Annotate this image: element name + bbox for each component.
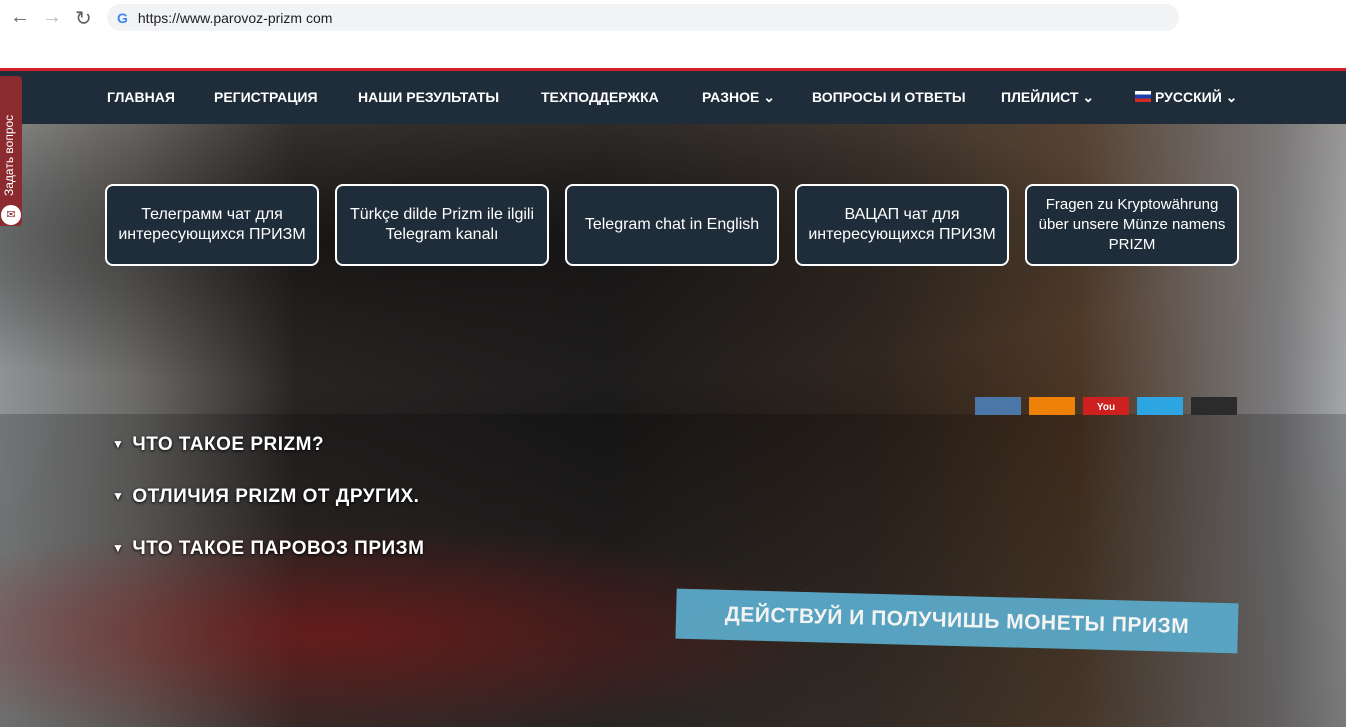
instagram-icon[interactable] — [1191, 397, 1237, 415]
russian-flag-icon — [1135, 91, 1151, 102]
triangle-down-icon: ▼ — [112, 489, 125, 503]
youtube-icon[interactable]: You — [1083, 397, 1129, 415]
menu-language[interactable]: РУССКИЙ ⌄ — [1155, 89, 1237, 106]
menu-playlist[interactable]: ПЛЕЙЛИСТ ⌄ — [1001, 89, 1094, 106]
menu-registration[interactable]: РЕГИСТРАЦИЯ — [214, 89, 318, 105]
chat-button-whatsapp[interactable]: ВАЦАП чат для интересующихся ПРИЗМ — [795, 184, 1009, 266]
hero-banner: Телеграмм чат для интересующихся ПРИЗМ T… — [0, 124, 1346, 727]
google-icon: G — [117, 9, 128, 26]
telegram-icon[interactable] — [1137, 397, 1183, 415]
chat-button-telegram-ru[interactable]: Телеграмм чат для интересующихся ПРИЗМ — [105, 184, 319, 266]
menu-results[interactable]: НАШИ РЕЗУЛЬТАТЫ — [358, 89, 499, 105]
accordion-label: ЧТО ТАКОЕ PRIZM? — [132, 434, 325, 455]
accordion-what-is-prizm[interactable]: ▼ ЧТО ТАКОЕ PRIZM? — [112, 434, 324, 456]
chat-button-telegram-en[interactable]: Telegram chat in English — [565, 184, 779, 266]
browser-toolbar: ← → ↻ G https://www.parovoz-prizm com — [0, 0, 1346, 68]
ask-question-label: Задать вопрос — [2, 114, 16, 196]
menu-faq[interactable]: ВОПРОСЫ И ОТВЕТЫ — [812, 89, 966, 105]
odnoklassniki-icon[interactable] — [1029, 397, 1075, 415]
mail-icon[interactable]: ✉ — [1, 205, 21, 225]
accordion-what-is-parovoz[interactable]: ▼ ЧТО ТАКОЕ ПАРОВОЗ ПРИЗМ — [112, 538, 424, 560]
triangle-down-icon: ▼ — [112, 541, 125, 555]
menu-misc[interactable]: РАЗНОЕ ⌄ — [702, 89, 775, 106]
accordion-label: ЧТО ТАКОЕ ПАРОВОЗ ПРИЗМ — [132, 538, 425, 559]
forward-button[interactable]: → — [42, 6, 62, 29]
url-text: https://www.parovoz-prizm com — [137, 9, 333, 26]
accordion-label: ОТЛИЧИЯ PRIZM ОТ ДРУГИХ. — [132, 486, 420, 507]
vk-icon[interactable] — [975, 397, 1021, 415]
menu-home[interactable]: ГЛАВНАЯ — [107, 89, 175, 105]
ask-question-tab[interactable]: Задать вопрос — [0, 76, 22, 226]
reload-button[interactable]: ↻ — [75, 6, 92, 31]
hero-image-bottom — [0, 414, 1346, 727]
address-bar[interactable]: G https://www.parovoz-prizm com — [107, 4, 1179, 31]
chat-button-de[interactable]: Fragen zu Kryptowährung über unsere Münz… — [1025, 184, 1239, 266]
hero-image-top — [0, 124, 1346, 414]
back-button[interactable]: ← — [10, 6, 30, 29]
triangle-down-icon: ▼ — [112, 437, 125, 451]
main-menu: ГЛАВНАЯ РЕГИСТРАЦИЯ НАШИ РЕЗУЛЬТАТЫ ТЕХП… — [0, 71, 1346, 124]
accordion-prizm-differences[interactable]: ▼ ОТЛИЧИЯ PRIZM ОТ ДРУГИХ. — [112, 486, 419, 508]
chat-button-telegram-tr[interactable]: Türkçe dilde Prizm ile ilgili Telegram k… — [335, 184, 549, 266]
menu-support[interactable]: ТЕХПОДДЕРЖКА — [541, 89, 659, 105]
